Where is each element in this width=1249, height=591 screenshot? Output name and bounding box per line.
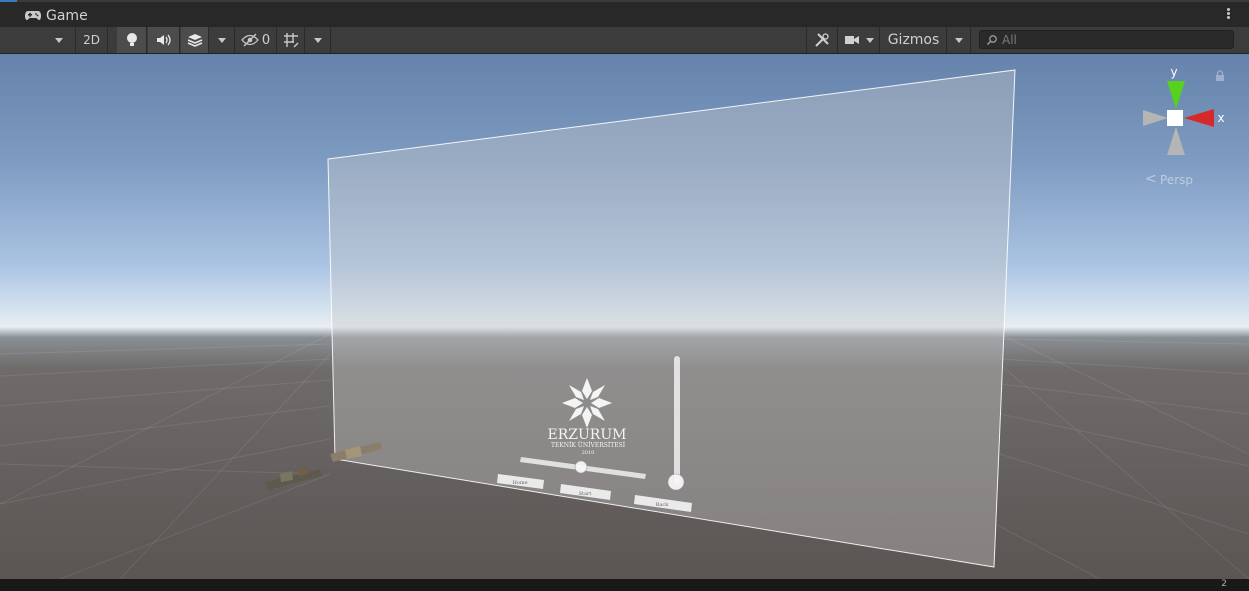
status-text: 2 (1221, 579, 1227, 589)
lighting-toggle[interactable] (117, 27, 147, 53)
scene-visibility-toggle[interactable]: 0 (235, 27, 277, 53)
gizmo-neg-y-axis[interactable] (1167, 127, 1185, 155)
status-bar: 2 (0, 579, 1249, 591)
lighting-icon (126, 33, 137, 46)
chevron-down-icon (55, 37, 63, 43)
tab-game[interactable]: Game (17, 0, 1249, 27)
gizmo-center[interactable] (1167, 110, 1183, 126)
gizmo-x-axis[interactable] (1184, 109, 1214, 127)
chevron-left-icon: < (1145, 171, 1157, 187)
tools-button[interactable] (806, 27, 838, 53)
gizmos-dropdown[interactable] (947, 27, 971, 53)
button-left-label: Home (512, 480, 527, 486)
orientation-gizmo[interactable]: y x (1143, 65, 1225, 155)
gizmo-neg-x-axis[interactable] (1143, 110, 1168, 126)
search-icon (986, 35, 997, 46)
camera-icon (844, 36, 859, 44)
slider-handle[interactable] (667, 473, 685, 491)
audio-icon (156, 34, 171, 46)
menu-icon[interactable] (1227, 8, 1231, 20)
mode-2d-label: 2D (83, 33, 100, 47)
chevron-down-icon (313, 37, 322, 43)
logo-subtitle: TEKNİK ÜNİVERSİTESİ (551, 442, 626, 449)
tab-accent (0, 0, 17, 27)
gizmo-y-label: y (1170, 65, 1177, 79)
button-middle-label: Start (579, 491, 592, 497)
scene-viewport[interactable]: ERZURUM TEKNİK ÜNİVERSİTESİ 2010 Home St… (0, 54, 1249, 579)
scene-objects[interactable] (265, 442, 382, 490)
grid-toggle[interactable] (277, 27, 305, 53)
gizmos-button[interactable]: Gizmos (881, 27, 947, 53)
search-field[interactable] (979, 30, 1234, 49)
draw-mode-dropdown[interactable] (0, 27, 76, 53)
search-input[interactable] (1002, 32, 1222, 47)
tab-title: Game (46, 8, 88, 24)
audio-toggle[interactable] (148, 27, 180, 53)
slider-handle[interactable] (574, 460, 588, 474)
grid-dropdown[interactable] (305, 27, 331, 53)
hidden-objects-count: 0 (261, 32, 271, 48)
camera-settings-button[interactable] (838, 27, 880, 53)
effects-toggle[interactable] (181, 27, 209, 53)
button-right-label: Back (656, 502, 669, 508)
logo-year: 2010 (582, 450, 595, 456)
tools-icon (815, 33, 829, 47)
projection-label[interactable]: Persp (1160, 173, 1193, 187)
logo-title: ERZURUM (548, 427, 627, 443)
gamepad-icon (25, 11, 41, 20)
lock-icon[interactable] (1215, 70, 1225, 81)
gizmo-y-axis[interactable] (1167, 81, 1185, 109)
effects-dropdown[interactable] (209, 27, 235, 53)
chevron-down-icon (865, 37, 874, 43)
chevron-down-icon (954, 37, 963, 43)
tab-bar: Game (0, 0, 1249, 28)
scene-toolbar: 2D 0 Gizmos All (0, 27, 1249, 54)
ui-canvas-plane[interactable] (327, 69, 1016, 568)
chevron-down-icon (217, 37, 226, 43)
grid-icon (283, 33, 298, 48)
gizmo-x-label: x (1217, 111, 1224, 125)
visibility-icon (240, 33, 259, 47)
mode-2d-button[interactable]: 2D (76, 27, 108, 53)
gizmos-label: Gizmos (887, 32, 940, 48)
effects-icon (187, 34, 202, 47)
scene-render: ERZURUM TEKNİK ÜNİVERSİTESİ 2010 Home St… (0, 65, 1249, 579)
